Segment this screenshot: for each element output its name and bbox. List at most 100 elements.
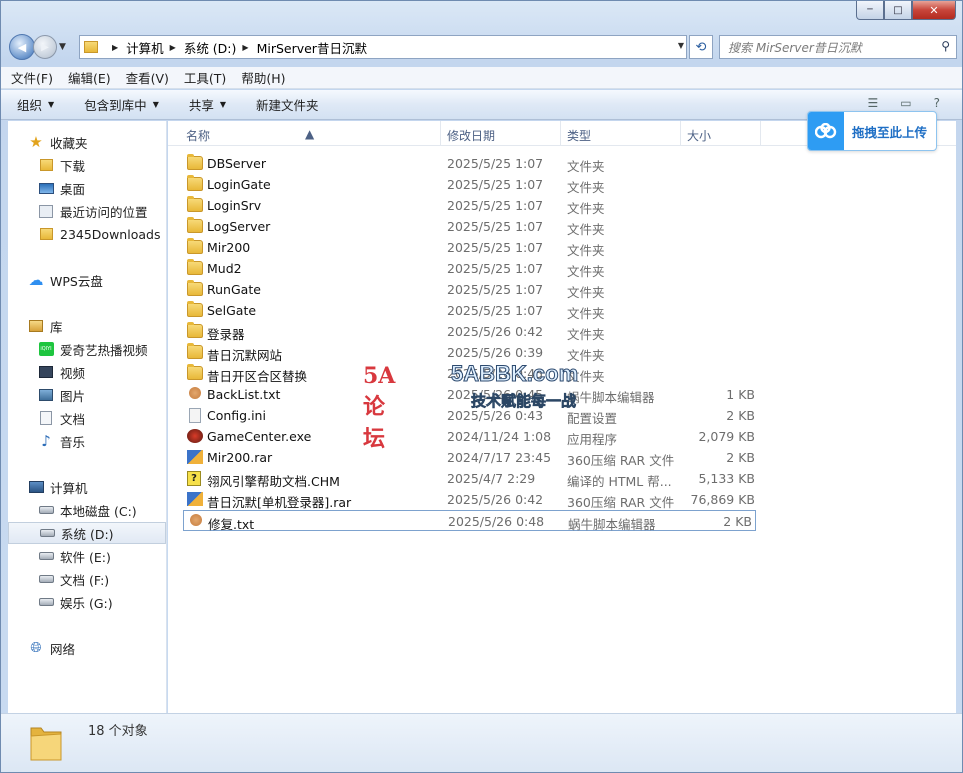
organize-label: 组织 bbox=[17, 98, 43, 113]
sidebar-item-downloads[interactable]: 下载 bbox=[8, 154, 166, 176]
file-row[interactable]: Mir200.rar 2024/7/17 23:45 360压缩 RAR 文件 2 K… bbox=[183, 447, 758, 468]
file-row[interactable]: DBServer 2025/5/25 1:07 文件夹 bbox=[183, 153, 758, 174]
file-type: 配置设置 bbox=[567, 411, 618, 426]
sidebar-item-drive-e[interactable]: 软件 (E:) bbox=[8, 545, 166, 567]
menu-tools[interactable]: 工具(T) bbox=[184, 68, 226, 87]
file-row[interactable]: 修复.txt 2025/5/26 0:48 蜗牛脚本编辑器 2 KB bbox=[183, 510, 756, 532]
new-folder-button[interactable]: 新建文件夹 bbox=[256, 95, 319, 114]
upload-label: 拖拽至此上传 bbox=[852, 124, 928, 140]
share-button[interactable]: 共享 ▼ bbox=[189, 95, 226, 114]
column-header-type[interactable]: 类型 bbox=[567, 127, 591, 144]
breadcrumb-current-folder[interactable]: MirServer昔日沉默 bbox=[257, 38, 367, 57]
preview-pane-icon[interactable]: ▭ bbox=[900, 96, 911, 110]
file-row[interactable]: LogServer 2025/5/25 1:07 文件夹 bbox=[183, 216, 758, 237]
sidebar-label: 收藏夹 bbox=[50, 135, 88, 151]
file-row[interactable]: SelGate 2025/5/25 1:07 文件夹 bbox=[183, 300, 758, 321]
menu-view[interactable]: 查看(V) bbox=[126, 68, 169, 87]
close-button[interactable]: ✕ bbox=[912, 1, 956, 20]
address-dropdown-icon[interactable]: ▼ bbox=[678, 41, 684, 50]
file-row[interactable]: LoginSrv 2025/5/25 1:07 文件夹 bbox=[183, 195, 758, 216]
file-modified-date: 2025/5/26 0:45 bbox=[447, 387, 544, 402]
sidebar-item-drive-c[interactable]: 本地磁盘 (C:) bbox=[8, 499, 166, 521]
view-options-icon[interactable]: ☰ bbox=[868, 96, 879, 110]
column-divider[interactable] bbox=[760, 121, 761, 146]
column-divider[interactable] bbox=[560, 121, 561, 146]
folder-icon bbox=[187, 343, 203, 359]
sidebar-favorites[interactable]: ★ 收藏夹 bbox=[8, 131, 166, 153]
help-icon[interactable]: ? bbox=[934, 96, 940, 110]
column-header-size[interactable]: 大小 bbox=[687, 127, 711, 144]
column-divider[interactable] bbox=[680, 121, 681, 146]
file-row[interactable]: 昔日开区合区替换 2025/5/26 0:45 文件夹 bbox=[183, 363, 758, 384]
hard-drive-icon bbox=[38, 572, 54, 586]
file-row[interactable]: GameCenter.exe 2024/11/24 1:08 应用程序 2,079 K… bbox=[183, 426, 758, 447]
minimize-button[interactable]: ─ bbox=[856, 1, 884, 20]
file-type: 360压缩 RAR 文件 bbox=[567, 453, 675, 468]
computer-icon bbox=[28, 480, 44, 494]
drag-upload-widget[interactable]: 拖拽至此上传 bbox=[807, 111, 937, 151]
breadcrumb-separator-icon[interactable]: ▶ bbox=[170, 43, 176, 52]
maximize-button[interactable]: □ bbox=[884, 1, 912, 20]
details-pane: 18 个对象 bbox=[1, 713, 962, 772]
column-header-name[interactable]: 名称 bbox=[186, 127, 210, 144]
sidebar-item-iqiyi-videos[interactable]: iQIYI 爱奇艺热播视频 bbox=[8, 338, 166, 360]
iqiyi-icon: iQIYI bbox=[38, 342, 54, 356]
file-row[interactable]: BackList.txt 2025/5/26 0:45 蜗牛脚本编辑器 1 KB bbox=[183, 384, 758, 405]
sidebar-item-drive-g[interactable]: 娱乐 (G:) bbox=[8, 591, 166, 613]
back-button[interactable]: ◀ bbox=[9, 34, 35, 60]
back-arrow-icon: ◀ bbox=[17, 40, 27, 54]
sidebar-item-documents[interactable]: 文档 bbox=[8, 407, 166, 429]
search-input[interactable]: 搜索 MirServer昔日沉默 ⚲ bbox=[719, 35, 957, 59]
file-type: 文件夹 bbox=[567, 201, 605, 216]
music-note-icon: ♪ bbox=[41, 432, 51, 450]
column-divider[interactable] bbox=[440, 121, 441, 146]
column-header-date[interactable]: 修改日期 bbox=[447, 127, 495, 144]
file-type: 360压缩 RAR 文件 bbox=[567, 495, 675, 510]
search-icon[interactable]: ⚲ bbox=[941, 39, 950, 53]
recent-pages-dropdown-icon[interactable]: ▼ bbox=[59, 42, 71, 52]
sidebar-item-drive-f[interactable]: 文档 (F:) bbox=[8, 568, 166, 590]
file-row[interactable]: Mud2 2025/5/25 1:07 文件夹 bbox=[183, 258, 758, 279]
file-row[interactable]: 昔日沉默[单机登录器].rar 2025/5/26 0:42 360压缩 RAR 文… bbox=[183, 489, 758, 510]
cloud-icon: ☁ bbox=[28, 271, 44, 289]
sidebar-libraries[interactable]: 库 bbox=[8, 315, 166, 337]
config-file-icon bbox=[189, 408, 201, 423]
menu-help[interactable]: 帮助(H) bbox=[241, 68, 285, 87]
file-row[interactable]: Mir200 2025/5/25 1:07 文件夹 bbox=[183, 237, 758, 258]
file-row[interactable]: 昔日沉默网站 2025/5/26 0:39 文件夹 bbox=[183, 342, 758, 363]
sidebar-item-videos[interactable]: 视频 bbox=[8, 361, 166, 383]
forward-button[interactable]: ▶ bbox=[33, 35, 57, 59]
menu-edit[interactable]: 编辑(E) bbox=[68, 68, 111, 87]
chevron-down-icon: ▼ bbox=[48, 100, 55, 109]
include-in-library-button[interactable]: 包含到库中 ▼ bbox=[84, 95, 159, 114]
breadcrumb-computer[interactable]: 计算机 bbox=[126, 38, 164, 57]
refresh-button[interactable]: ⟲ bbox=[689, 35, 713, 59]
sidebar-computer[interactable]: 计算机 bbox=[8, 476, 166, 498]
text-file-icon bbox=[190, 514, 202, 526]
item-count: 18 个对象 bbox=[88, 724, 148, 739]
sidebar-network[interactable]: 🌐︎ 网络 bbox=[8, 637, 166, 659]
sidebar-item-recent-places[interactable]: 最近访问的位置 bbox=[8, 200, 166, 222]
rar-file-icon bbox=[187, 492, 203, 506]
file-row[interactable]: LoginGate 2025/5/25 1:07 文件夹 bbox=[183, 174, 758, 195]
sidebar-item-desktop[interactable]: 桌面 bbox=[8, 177, 166, 199]
sidebar-label: 图片 bbox=[60, 388, 86, 404]
sidebar-item-pictures[interactable]: 图片 bbox=[8, 384, 166, 406]
menu-file[interactable]: 文件(F) bbox=[11, 68, 53, 87]
breadcrumb-separator-icon[interactable]: ▶ bbox=[242, 43, 248, 52]
address-bar[interactable]: ▶ 计算机 ▶ 系统 (D:) ▶ MirServer昔日沉默 ▼ bbox=[79, 35, 687, 59]
file-row[interactable]: Config.ini 2025/5/26 0:43 配置设置 2 KB bbox=[183, 405, 758, 426]
file-row[interactable]: ? 翎风引擎帮助文档.CHM 2025/4/7 2:29 编译的 HTML 帮... 5… bbox=[183, 468, 758, 489]
sidebar-item-music[interactable]: ♪ 音乐 bbox=[8, 430, 166, 452]
text-file-icon bbox=[189, 387, 201, 399]
chevron-down-icon: ▼ bbox=[152, 100, 159, 109]
sidebar-item-2345downloads[interactable]: 2345Downloads bbox=[8, 223, 166, 245]
organize-button[interactable]: 组织 ▼ bbox=[17, 95, 54, 114]
breadcrumb-drive-d[interactable]: 系统 (D:) bbox=[184, 38, 237, 57]
file-row[interactable]: RunGate 2025/5/25 1:07 文件夹 bbox=[183, 279, 758, 300]
sidebar-label: 系统 (D:) bbox=[61, 526, 114, 542]
sidebar-item-drive-d[interactable]: 系统 (D:) bbox=[8, 522, 166, 544]
breadcrumb-separator-icon[interactable]: ▶ bbox=[112, 43, 118, 52]
file-row[interactable]: 登录器 2025/5/26 0:42 文件夹 bbox=[183, 321, 758, 342]
sidebar-item-wps-cloud[interactable]: ☁ WPS云盘 bbox=[8, 269, 166, 291]
